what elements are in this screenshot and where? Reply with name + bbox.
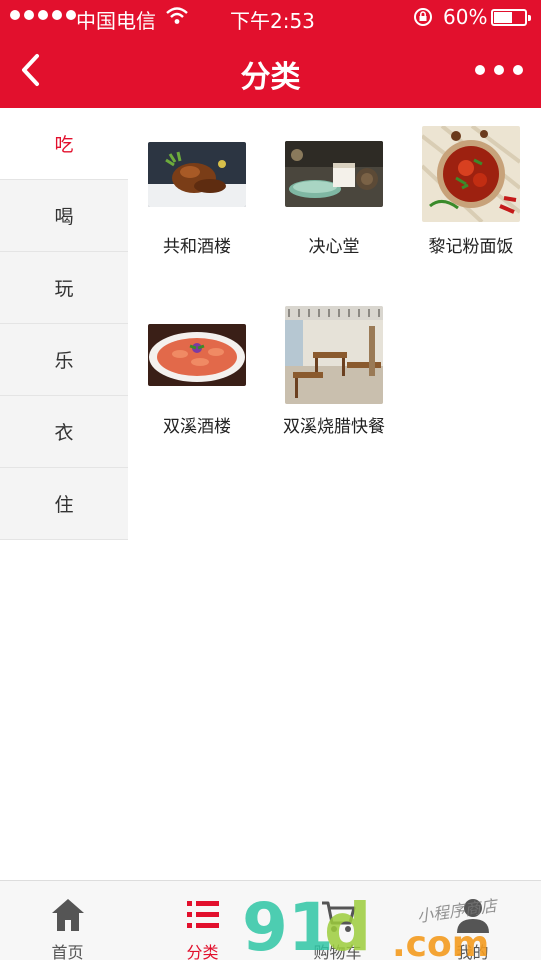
store-card[interactable]: 黎记粉面饭	[402, 126, 540, 302]
tab-category[interactable]: 分类	[135, 881, 270, 960]
store-card[interactable]: 双溪酒楼	[128, 306, 266, 476]
roast-duck-image	[148, 142, 246, 207]
sidebar-item-fun[interactable]: 乐	[0, 324, 128, 396]
sidebar-item-stay[interactable]: 住	[0, 468, 128, 540]
page-title: 分类	[240, 60, 301, 95]
store-name: 决心堂	[308, 237, 360, 257]
nav-bar: 分类	[0, 36, 541, 108]
sidebar-item-eat[interactable]: 吃	[0, 108, 128, 180]
tab-label: 我的	[456, 943, 489, 960]
list-icon	[186, 901, 219, 928]
signal-icon	[10, 10, 76, 20]
shrimp-image	[148, 324, 246, 386]
home-icon	[51, 899, 84, 931]
cart-icon	[321, 901, 355, 932]
battery-icon	[491, 9, 531, 26]
tab-mine[interactable]: 我的	[405, 881, 540, 960]
more-button[interactable]	[475, 58, 523, 82]
store-card[interactable]: 共和酒楼	[128, 132, 266, 302]
store-name: 共和酒楼	[163, 237, 231, 257]
tab-home[interactable]: 首页	[0, 881, 135, 960]
sidebar-item-drink[interactable]: 喝	[0, 180, 128, 252]
tab-label: 分类	[186, 943, 219, 960]
tab-bar: 首页 分类 购物车 我的	[0, 880, 541, 960]
sidebar-item-play[interactable]: 玩	[0, 252, 128, 324]
more-dots-icon	[475, 65, 485, 75]
store-name: 双溪酒楼	[163, 417, 231, 437]
store-name: 双溪烧腊快餐	[283, 417, 385, 437]
rotation-lock-icon	[414, 8, 432, 26]
status-time: 下午2:53	[230, 9, 315, 33]
status-bar: 中国电信 下午2:53 60%	[0, 0, 541, 36]
tab-label: 购物车	[313, 943, 362, 960]
sidebar-item-clothing[interactable]: 衣	[0, 396, 128, 468]
store-name: 黎记粉面饭	[428, 237, 514, 257]
tab-label: 首页	[51, 943, 84, 960]
top-bar: 中国电信 下午2:53 60% 分类	[0, 0, 541, 108]
category-sidebar: 吃 喝 玩 乐 衣 住	[0, 108, 128, 540]
user-icon	[456, 899, 489, 933]
store-card[interactable]: 双溪烧腊快餐	[265, 306, 403, 476]
battery-percent: 60%	[443, 5, 488, 29]
wifi-icon	[166, 7, 188, 24]
carrier-label: 中国电信	[76, 9, 156, 33]
spicy-noodle-image	[422, 126, 520, 222]
restaurant-interior-image	[285, 306, 383, 404]
tab-cart[interactable]: 购物车	[270, 881, 405, 960]
cake-image	[285, 141, 383, 207]
store-card[interactable]: 决心堂	[265, 132, 403, 302]
